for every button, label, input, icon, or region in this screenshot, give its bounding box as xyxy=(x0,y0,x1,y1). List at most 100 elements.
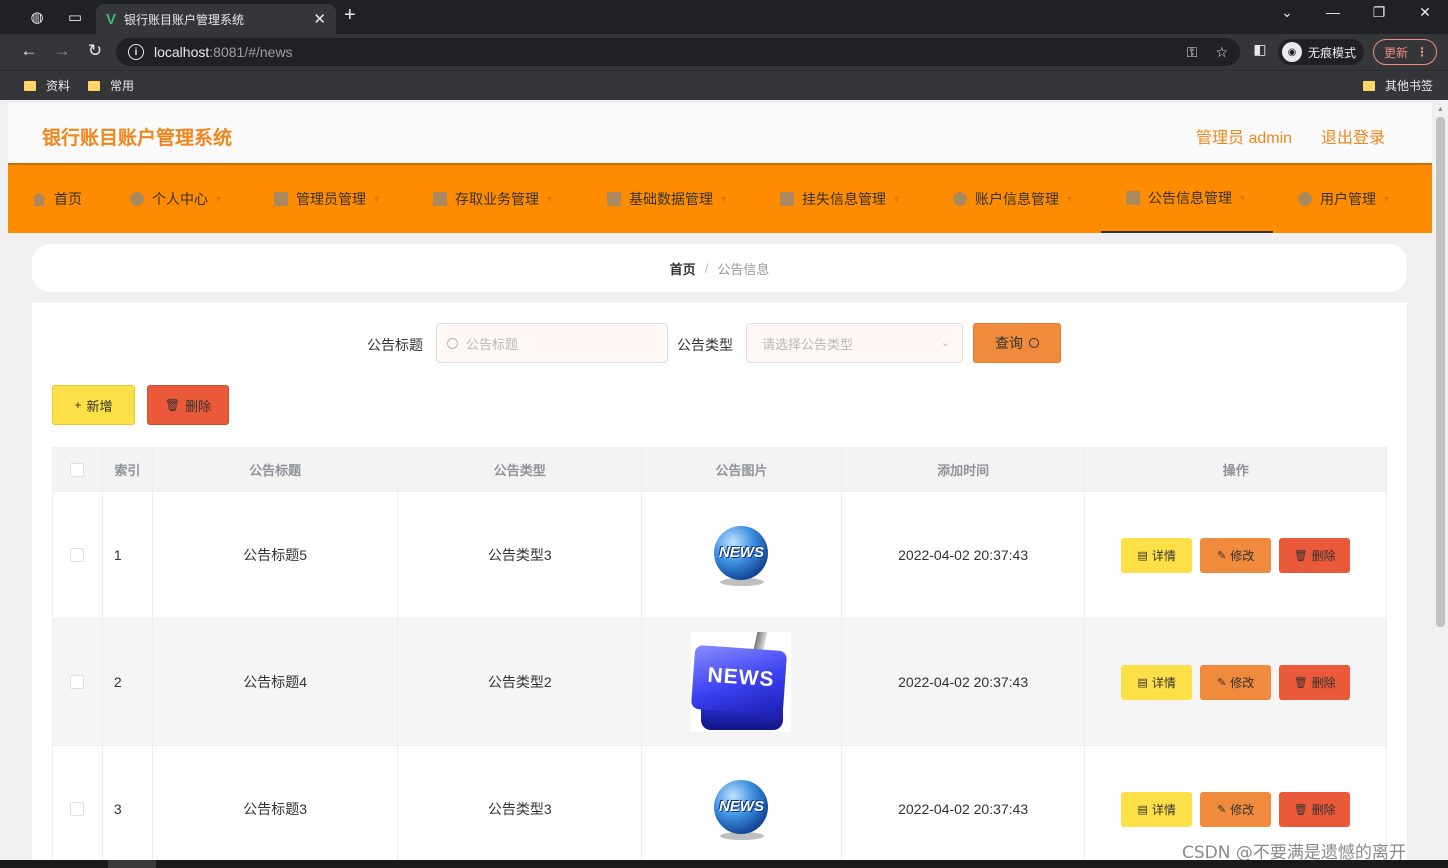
close-tab-icon[interactable]: ✕ xyxy=(313,10,326,28)
menu-item-accounts[interactable]: 账户信息管理 ▼ xyxy=(953,165,1074,233)
time-cell: 2022-04-02 20:37:43 xyxy=(842,746,1086,868)
news-globe-image: NEWS xyxy=(710,524,772,586)
image-cell: NEWS xyxy=(642,746,842,868)
row-select-cell xyxy=(53,746,103,868)
news-globe-image: NEWS xyxy=(710,778,772,840)
update-label: 更新 xyxy=(1384,45,1409,60)
image-cell: NEWS xyxy=(642,619,842,745)
row-checkbox[interactable] xyxy=(70,548,85,562)
add-button[interactable]: + 新增 xyxy=(52,385,135,425)
other-bookmarks-label: 其他书签 xyxy=(1385,79,1434,93)
index-cell: 3 xyxy=(103,746,153,868)
restore-icon[interactable]: ❐ xyxy=(1364,4,1394,21)
globe-tab-icon[interactable]: ◍ xyxy=(20,0,54,34)
folder-icon xyxy=(24,80,36,91)
delete-label: 删除 xyxy=(1311,675,1336,690)
new-tab-icon[interactable]: + xyxy=(344,4,356,27)
scrollbar-thumb[interactable] xyxy=(1436,117,1445,627)
delete-button[interactable]: 🗑 删除 xyxy=(1279,664,1351,700)
query-button[interactable]: 查询 xyxy=(973,323,1061,363)
type-cell: 公告类型2 xyxy=(398,619,643,745)
menu-label: 个人中心 xyxy=(152,191,208,207)
search-form: 公告标题 公告标题 公告类型 请选择公告类型 ⌄ 查询 xyxy=(32,323,1407,363)
search-icon xyxy=(1029,338,1039,348)
column-header: 添加时间 xyxy=(842,448,1086,491)
edit-button[interactable]: ✎ 修改 xyxy=(1200,537,1272,573)
menu-item-loss-report[interactable]: 挂失信息管理 ▼ xyxy=(780,165,901,233)
detail-button[interactable]: ▤ 详情 xyxy=(1121,791,1193,827)
menu-label: 基础数据管理 xyxy=(629,191,713,207)
menu-item-notices[interactable]: 公告信息管理 ▼ xyxy=(1101,165,1273,233)
row-select-cell xyxy=(53,492,103,618)
delete-label: 删除 xyxy=(1311,548,1336,563)
scroll-up-icon[interactable]: ▲ xyxy=(1437,106,1444,113)
browser-tab-active[interactable]: V 银行账目账户管理系统 ✕ xyxy=(96,4,336,34)
column-header: 公告类型 xyxy=(398,448,643,491)
batch-delete-button[interactable]: 🗑 删除 xyxy=(147,385,229,425)
breadcrumb-home[interactable]: 首页 xyxy=(670,259,696,278)
ops-cell: ▤ 详情 ✎ 修改 🗑 删除 xyxy=(1085,492,1386,618)
other-bookmarks[interactable]: 其他书签 xyxy=(1363,77,1433,94)
admin-icon xyxy=(274,192,288,206)
table-row: 2 公告标题4 公告类型2 NEWS 2022-04-02 20:37:43 ▤… xyxy=(53,619,1386,746)
select-all-checkbox[interactable] xyxy=(70,462,85,477)
folder-icon xyxy=(1363,80,1375,91)
menu-item-basedata[interactable]: 基础数据管理 ▼ xyxy=(607,165,728,233)
url-input[interactable]: i localhost:8081/#/news ⚿ ☆ xyxy=(116,38,1240,66)
chevron-down-icon: ▼ xyxy=(1238,193,1247,203)
menu-label: 挂失信息管理 xyxy=(802,191,886,207)
window-tab-icon[interactable]: ▭ xyxy=(58,0,92,34)
system-title: 银行账目账户管理系统 xyxy=(42,128,233,149)
side-panel-icon[interactable]: ◧ xyxy=(1249,41,1271,58)
row-checkbox[interactable] xyxy=(70,675,85,689)
detail-button[interactable]: ▤ 详情 xyxy=(1121,537,1193,573)
menu-item-users[interactable]: 用户管理 ▼ xyxy=(1298,165,1391,233)
news-key-image: NEWS xyxy=(691,632,792,732)
notices-table: 索引 公告标题 公告类型 公告图片 添加时间 操作 1 公告标题5 公告类型3 … xyxy=(52,447,1387,868)
bookmark-folder[interactable]: 常用 xyxy=(88,77,134,94)
taskbar-item[interactable] xyxy=(108,860,156,868)
key-icon[interactable]: ⚿ xyxy=(1187,44,1198,61)
menu-item-transactions[interactable]: 存取业务管理 ▼ xyxy=(433,165,554,233)
trash-icon: 🗑 xyxy=(1293,549,1308,562)
query-label: 查询 xyxy=(995,335,1023,351)
edit-button[interactable]: ✎ 修改 xyxy=(1200,791,1272,827)
app-page: 银行账目账户管理系统 管理员 admin 退出登录 首页 个人中心 ▼ 管理员管… xyxy=(8,103,1432,868)
back-icon[interactable]: ← xyxy=(18,41,40,61)
chevron-down-icon: ▼ xyxy=(214,194,223,204)
title-search-input[interactable]: 公告标题 xyxy=(436,323,668,363)
reload-icon[interactable]: ↻ xyxy=(84,41,106,61)
row-checkbox[interactable] xyxy=(70,802,85,816)
menu-item-admin[interactable]: 管理员管理 ▼ xyxy=(274,165,381,233)
star-icon[interactable]: ☆ xyxy=(1215,44,1228,61)
column-header: 操作 xyxy=(1222,463,1249,478)
target-icon xyxy=(953,192,967,206)
incognito-badge[interactable]: ◉ 无痕模式 xyxy=(1278,39,1365,65)
browser-tab-bar: ◍ ▭ V 银行账目账户管理系统 ✕ + ⌄ — ❐ ✕ xyxy=(0,0,1448,34)
main-menu: 首页 个人中心 ▼ 管理员管理 ▼ 存取业务管理 ▼ 基础数据管理 ▼ 挂失信息… xyxy=(8,163,1432,233)
video-icon xyxy=(433,192,447,206)
delete-button[interactable]: 🗑 删除 xyxy=(1279,791,1351,827)
update-button[interactable]: 更新 ⋮ xyxy=(1373,39,1437,65)
type-cell: 公告类型3 xyxy=(398,492,643,618)
menu-item-home[interactable]: 首页 xyxy=(32,165,82,233)
minimize-icon[interactable]: — xyxy=(1318,4,1348,20)
logout-link[interactable]: 退出登录 xyxy=(1321,124,1385,148)
menu-label: 用户管理 xyxy=(1320,191,1376,207)
page-scrollbar[interactable]: ▲ xyxy=(1433,103,1448,868)
detail-button[interactable]: ▤ 详情 xyxy=(1121,664,1193,700)
title-cell: 公告标题4 xyxy=(153,619,399,745)
type-select[interactable]: 请选择公告类型 ⌄ xyxy=(746,323,963,363)
delete-button[interactable]: 🗑 删除 xyxy=(1279,537,1351,573)
chevron-down-icon[interactable]: ⌄ xyxy=(1272,4,1302,21)
column-header: 索引 xyxy=(103,448,153,491)
bookmark-label: 常用 xyxy=(110,79,135,93)
forward-icon[interactable]: → xyxy=(51,41,73,61)
url-host: localhost xyxy=(154,44,210,60)
edit-button[interactable]: ✎ 修改 xyxy=(1200,664,1272,700)
bookmark-folder[interactable]: 资料 xyxy=(24,77,70,94)
site-info-icon[interactable]: i xyxy=(128,44,144,60)
table-row: 1 公告标题5 公告类型3 NEWS 2022-04-02 20:37:43 ▤… xyxy=(53,492,1386,619)
close-window-icon[interactable]: ✕ xyxy=(1410,4,1440,21)
menu-item-profile[interactable]: 个人中心 ▼ xyxy=(130,165,223,233)
